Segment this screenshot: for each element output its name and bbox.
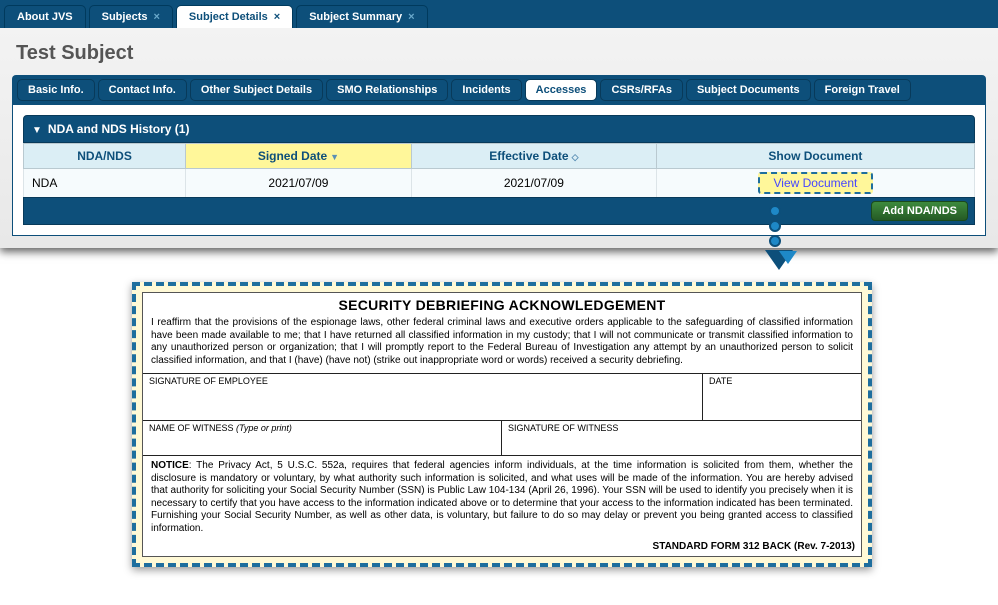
doc-debrief-paragraph: I reaffirm that the provisions of the es… (143, 315, 861, 373)
sub-tab-bar: Basic Info. Contact Info. Other Subject … (12, 75, 986, 105)
accordion-title: NDA and NDS History (1) (48, 122, 190, 136)
connector-arrow-icon (765, 250, 793, 270)
nda-nds-table: NDA/NDS Signed Date▼ Effective Date ◇ Sho… (23, 143, 975, 197)
subtab-other-details[interactable]: Other Subject Details (190, 79, 323, 101)
field-label: SIGNATURE OF WITNESS (508, 423, 618, 433)
doc-date-field: DATE (703, 374, 861, 420)
notice-label: NOTICE (151, 460, 189, 471)
subtab-foreign-travel[interactable]: Foreign Travel (814, 79, 911, 101)
doc-witness-signature-field: SIGNATURE OF WITNESS (502, 421, 861, 455)
tab-about-jvs[interactable]: About JVS (4, 5, 86, 28)
col-label: Show Document (768, 149, 862, 163)
tab-label: Subject Details (189, 11, 268, 23)
subtab-csrs-rfas[interactable]: CSRs/RFAs (600, 79, 683, 101)
subtab-accesses[interactable]: Accesses (525, 79, 598, 101)
tab-label: Subject Summary (309, 11, 402, 23)
caret-down-icon: ▼ (32, 125, 42, 136)
col-label: Signed Date (258, 149, 327, 163)
doc-title: SECURITY DEBRIEFING ACKNOWLEDGEMENT (143, 293, 861, 315)
subtab-contact-info[interactable]: Contact Info. (98, 79, 187, 101)
accordion-nda-nds-history[interactable]: ▼ NDA and NDS History (1) (23, 115, 975, 143)
subtab-basic-info[interactable]: Basic Info. (17, 79, 95, 101)
col-label: Effective Date (489, 149, 568, 163)
doc-signature-employee-field: SIGNATURE OF EMPLOYEE (143, 374, 703, 420)
col-nda-nds[interactable]: NDA/NDS (24, 144, 186, 169)
col-show-document[interactable]: Show Document (656, 144, 974, 169)
subtab-smo-relationships[interactable]: SMO Relationships (326, 79, 448, 101)
col-effective-date[interactable]: Effective Date ◇ (411, 144, 656, 169)
close-icon[interactable]: × (153, 11, 159, 23)
cell-type: NDA (24, 169, 186, 198)
content-area: Test Subject Basic Info. Contact Info. O… (0, 28, 998, 248)
close-icon[interactable]: × (408, 11, 414, 23)
tab-subjects[interactable]: Subjects × (89, 5, 173, 28)
sf312-document: SECURITY DEBRIEFING ACKNOWLEDGEMENT I re… (142, 292, 862, 557)
doc-privacy-notice: NOTICE: The Privacy Act, 5 U.S.C. 552a, … (143, 455, 861, 539)
doc-signature-row: SIGNATURE OF EMPLOYEE DATE (143, 373, 861, 420)
accesses-panel: ▼ NDA and NDS History (1) NDA/NDS Signed … (12, 105, 986, 236)
sort-icon: ◇ (572, 152, 579, 162)
cell-signed: 2021/07/09 (186, 169, 412, 198)
document-preview-callout: SECURITY DEBRIEFING ACKNOWLEDGEMENT I re… (132, 282, 872, 567)
top-tabs: About JVS Subjects × Subject Details × Sub… (0, 0, 998, 28)
col-label: NDA/NDS (77, 149, 132, 163)
notice-text: : The Privacy Act, 5 U.S.C. 552a, requir… (151, 460, 853, 534)
subtab-incidents[interactable]: Incidents (451, 79, 521, 101)
add-nda-nds-button[interactable]: Add NDA/NDS (871, 201, 968, 221)
field-hint: (Type or print) (236, 423, 292, 433)
view-document-highlight: View Document (758, 172, 874, 194)
app-shell: About JVS Subjects × Subject Details × Sub… (0, 0, 998, 248)
page-title: Test Subject (12, 34, 986, 75)
tab-subject-summary[interactable]: Subject Summary × (296, 5, 427, 28)
subtab-subject-documents[interactable]: Subject Documents (686, 79, 811, 101)
table-footer: Add NDA/NDS (23, 197, 975, 225)
field-label: NAME OF WITNESS (149, 423, 234, 433)
col-signed-date[interactable]: Signed Date▼ (186, 144, 412, 169)
tab-subject-details[interactable]: Subject Details × (176, 5, 293, 28)
close-icon[interactable]: × (274, 11, 280, 23)
table-row: NDA 2021/07/09 2021/07/09 View Document (24, 169, 975, 198)
view-document-link[interactable]: View Document (768, 174, 864, 192)
tab-label: About JVS (17, 11, 73, 23)
doc-form-footer: STANDARD FORM 312 BACK (Rev. 7-2013) (143, 539, 861, 556)
sort-desc-icon: ▼ (330, 152, 339, 162)
tab-label: Subjects (102, 11, 148, 23)
cell-show-doc: View Document (656, 169, 974, 198)
field-label: SIGNATURE OF EMPLOYEE (149, 376, 268, 386)
cell-effective: 2021/07/09 (411, 169, 656, 198)
field-label: DATE (709, 376, 732, 386)
doc-witness-row: NAME OF WITNESS (Type or print) SIGNATUR… (143, 420, 861, 455)
doc-witness-name-field: NAME OF WITNESS (Type or print) (143, 421, 502, 455)
